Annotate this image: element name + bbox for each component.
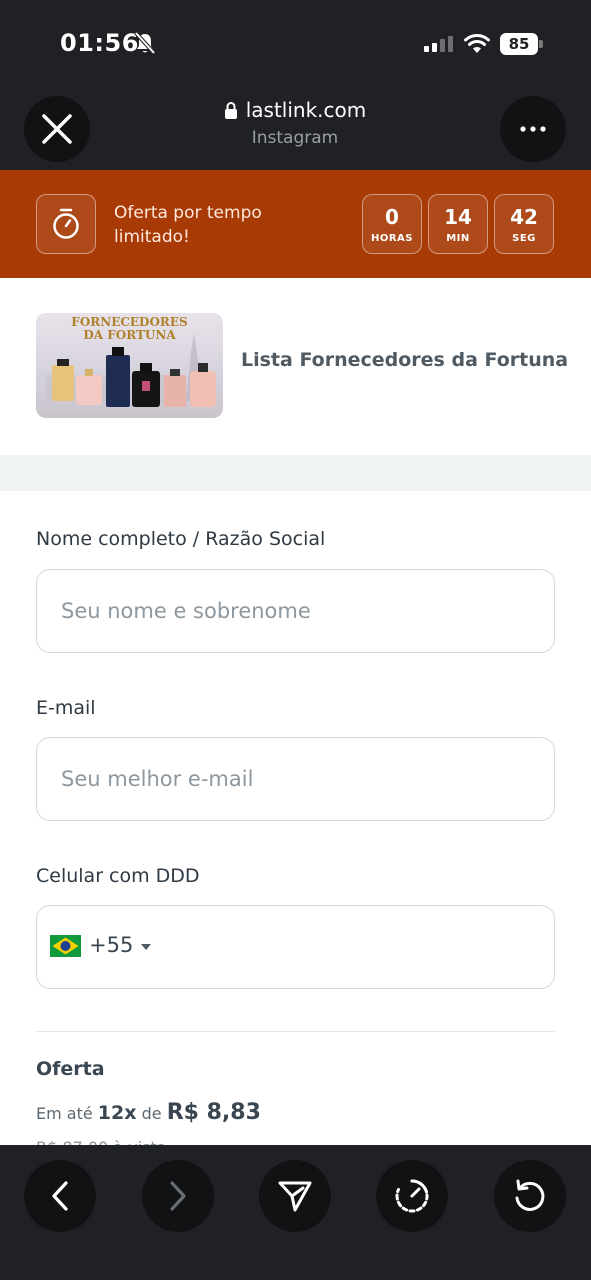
- ellipsis-icon: [520, 126, 546, 132]
- countdown-minutes: 14 MIN: [428, 194, 488, 254]
- brazil-flag-icon[interactable]: [50, 935, 81, 957]
- countdown-seconds: 42 SEG: [494, 194, 554, 254]
- countdown-hours: 0 HORAS: [362, 194, 422, 254]
- chevron-left-icon: [52, 1181, 68, 1211]
- speed-button[interactable]: [376, 1160, 448, 1232]
- offer-separator: [36, 1031, 555, 1032]
- email-label: E-mail: [36, 697, 96, 719]
- battery-icon: 85: [500, 33, 544, 55]
- reload-icon: [515, 1179, 545, 1211]
- close-icon: [42, 114, 72, 144]
- phone-input[interactable]: +55: [36, 905, 555, 989]
- timer-badge: [36, 194, 96, 254]
- phone-label: Celular com DDD: [36, 865, 200, 887]
- speedometer-icon: [395, 1179, 429, 1213]
- email-input[interactable]: [36, 737, 555, 821]
- more-options-button[interactable]: [500, 96, 566, 162]
- perfume-bottles-illustration: [46, 333, 216, 407]
- chevron-right-icon: [170, 1181, 186, 1211]
- reload-button[interactable]: [494, 1160, 566, 1232]
- name-input[interactable]: [36, 569, 555, 653]
- product-image: FORNECEDORES DA FORTUNA: [36, 313, 223, 418]
- country-code[interactable]: +55: [89, 933, 133, 957]
- lock-icon: [224, 102, 237, 119]
- address-bar[interactable]: lastlink.com Instagram: [150, 98, 440, 148]
- stopwatch-icon: [53, 208, 79, 239]
- section-divider: [0, 455, 591, 491]
- status-time: 01:56: [60, 29, 139, 57]
- offer-price: R$ 8,83: [166, 1100, 261, 1125]
- close-button[interactable]: [24, 96, 90, 162]
- browser-header: 01:56 85 lastlink.com Instagram: [0, 0, 591, 170]
- url-text: lastlink.com: [245, 98, 367, 122]
- offer-title: Oferta: [36, 1058, 105, 1080]
- wifi-icon: [464, 34, 490, 53]
- forward-button[interactable]: [142, 1160, 214, 1232]
- offer-banner: Oferta por tempo limitado! 0 HORAS 14 MI…: [0, 170, 591, 278]
- offer-installments: Em até 12x de R$ 8,83: [36, 1100, 261, 1125]
- caret-down-icon[interactable]: [141, 944, 151, 950]
- paper-plane-icon: [278, 1181, 312, 1212]
- battery-level: 85: [500, 33, 538, 55]
- name-label: Nome completo / Razão Social: [36, 528, 326, 550]
- product-name: Lista Fornecedores da Fortuna: [241, 349, 569, 371]
- url-source: Instagram: [251, 128, 339, 148]
- bell-muted-icon: [134, 31, 156, 55]
- share-button[interactable]: [259, 1160, 331, 1232]
- signal-icon: [424, 36, 453, 52]
- offer-text: Oferta por tempo limitado!: [114, 203, 262, 247]
- back-button[interactable]: [24, 1160, 96, 1232]
